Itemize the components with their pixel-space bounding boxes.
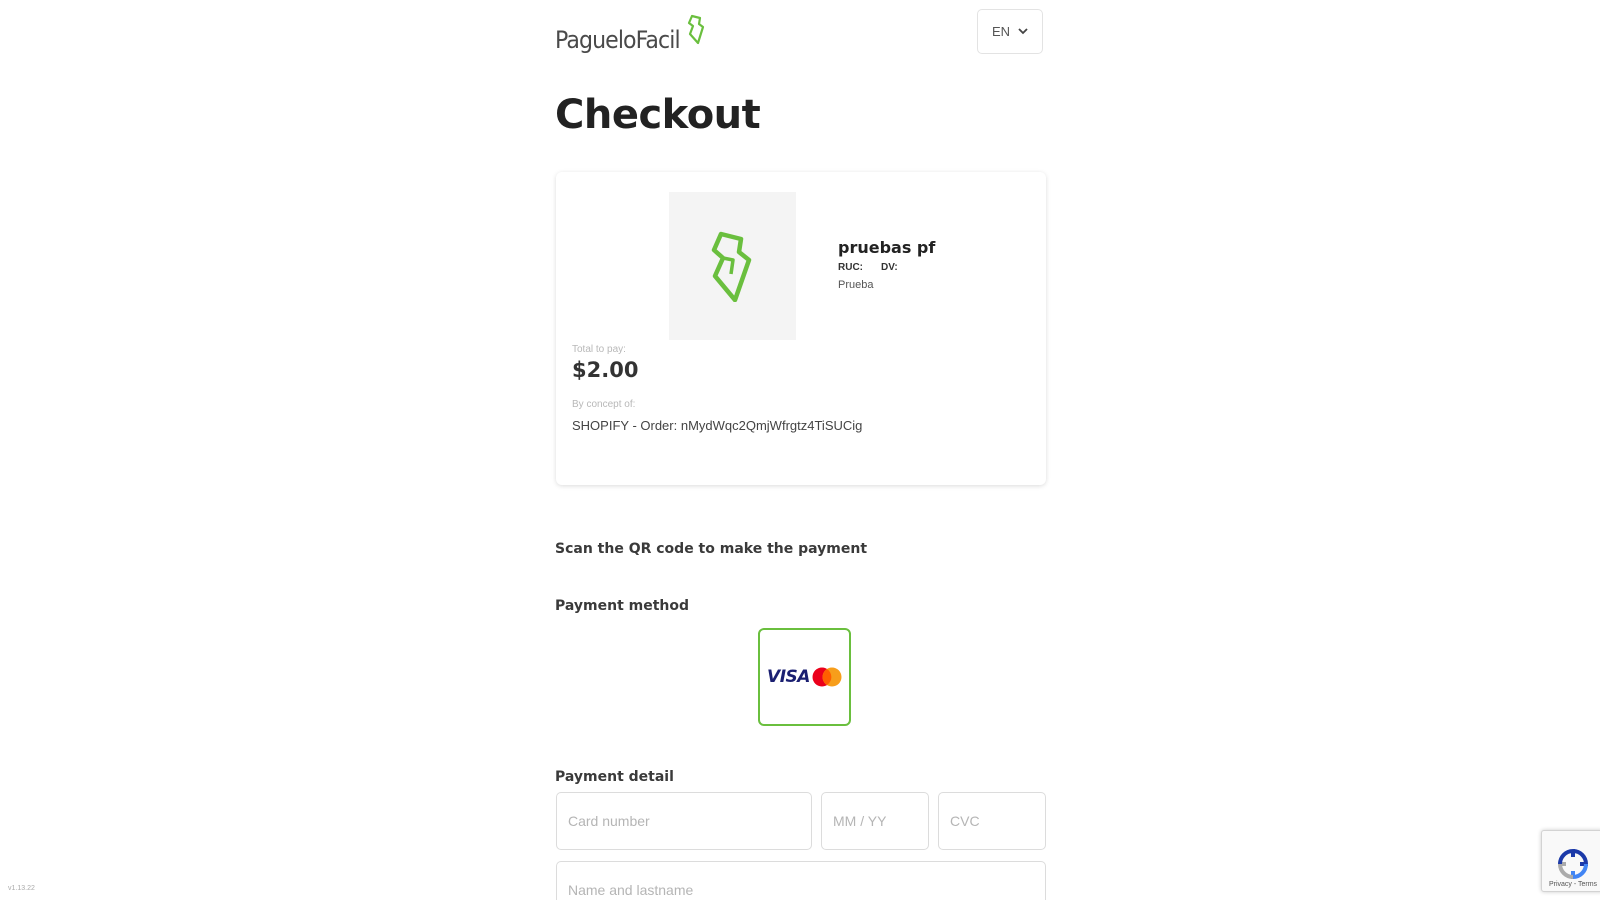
page-title: Checkout: [555, 92, 761, 138]
cvc-placeholder: CVC: [950, 813, 980, 829]
card-number-input[interactable]: Card number: [556, 792, 812, 850]
recaptcha-links[interactable]: Privacy - Terms: [1549, 881, 1597, 888]
qr-instruction: Scan the QR code to make the payment: [555, 541, 868, 557]
version-label: v1.13.22: [8, 885, 35, 892]
name-placeholder: Name and lastname: [568, 882, 694, 898]
concept-label: By concept of:: [572, 399, 636, 410]
recaptcha-icon: [1557, 848, 1589, 880]
chevron-down-icon: [1018, 28, 1028, 35]
expiry-input[interactable]: MM / YY: [821, 792, 929, 850]
brand-logo-text: PagueloFacil: [555, 26, 681, 54]
ruc-label: RUC:: [838, 262, 863, 273]
visa-logo: VISA: [767, 667, 810, 687]
recaptcha-badge[interactable]: Privacy - Terms: [1541, 830, 1600, 892]
merchant-ids: RUC: DV:: [838, 262, 935, 273]
total-label: Total to pay:: [572, 344, 626, 355]
mastercard-icon: [812, 667, 842, 687]
merchant-logo-icon: [711, 231, 751, 302]
language-selector[interactable]: EN: [977, 9, 1043, 54]
total-amount: $2.00: [572, 358, 639, 382]
merchant-logo: [669, 192, 796, 340]
expiry-placeholder: MM / YY: [833, 813, 887, 829]
cvc-input[interactable]: CVC: [938, 792, 1046, 850]
merchant-description: Prueba: [838, 279, 874, 291]
brand-logo-icon: [687, 14, 704, 45]
merchant-card: pruebas pf RUC: DV: Prueba Total to pay:…: [556, 172, 1046, 485]
card-payment-method-option[interactable]: VISA: [758, 628, 851, 726]
payment-method-label: Payment method: [555, 598, 690, 614]
payment-detail-label: Payment detail: [555, 769, 674, 785]
language-value: EN: [991, 24, 1011, 39]
merchant-info: pruebas pf RUC: DV: Prueba: [838, 238, 935, 291]
brand-logo: PagueloFacil: [555, 10, 705, 52]
card-number-placeholder: Card number: [568, 813, 650, 829]
dv-label: DV:: [881, 262, 898, 273]
concept-value: SHOPIFY - Order: nMydWqc2QmjWfrgtz4TiSUC…: [572, 418, 863, 433]
name-input[interactable]: Name and lastname: [556, 861, 1046, 900]
merchant-name: pruebas pf: [838, 238, 936, 257]
